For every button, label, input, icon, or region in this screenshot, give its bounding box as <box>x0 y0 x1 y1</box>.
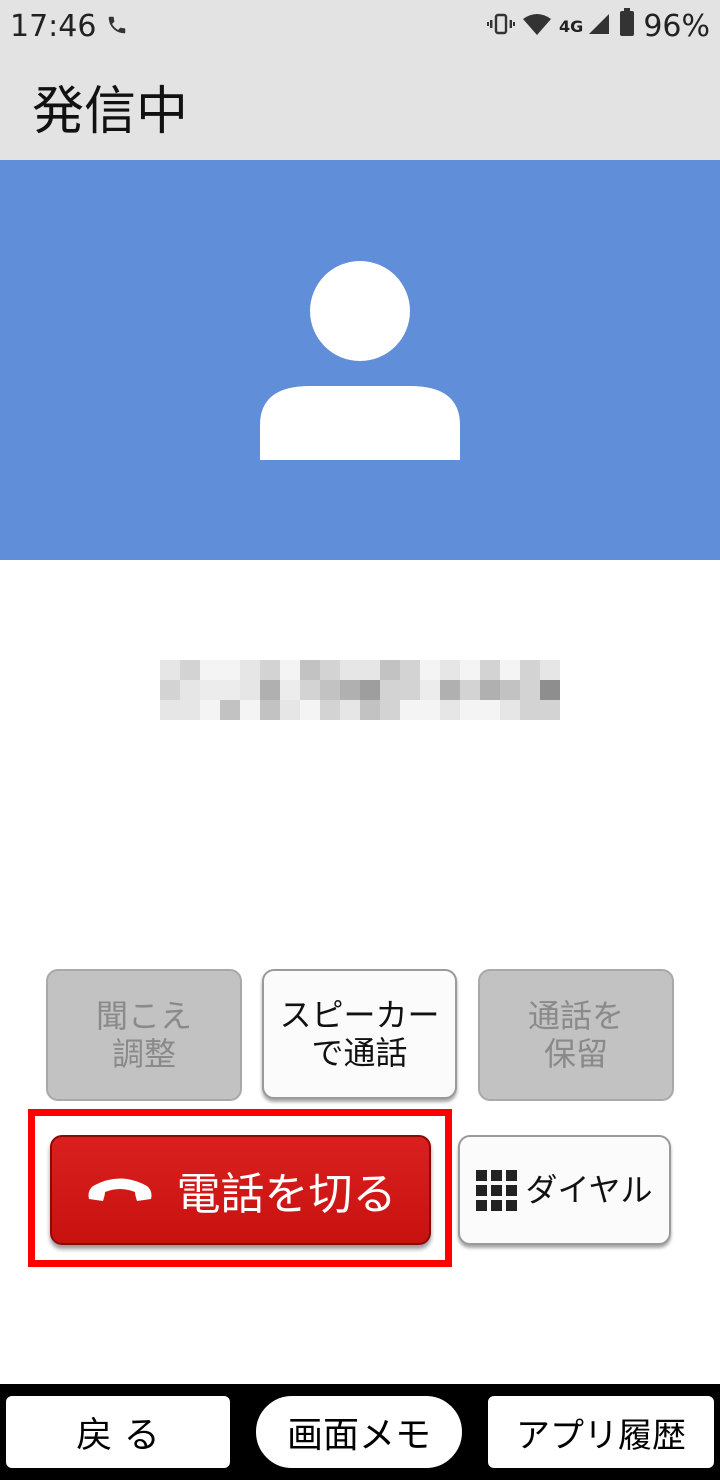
battery-icon <box>619 8 635 44</box>
redaction-pixel <box>220 680 240 700</box>
call-screen: 17:46 4G 96% 発信中 聞こえ 調整 スピーカー で通話 通話を 保留… <box>0 0 720 1480</box>
status-left: 17:46 <box>10 9 128 44</box>
volume-adjust-label: 聞こえ 調整 <box>95 997 192 1073</box>
redaction-pixel <box>540 660 560 680</box>
redaction-pixel <box>300 700 320 720</box>
redaction-pixel <box>460 680 480 700</box>
dialpad-grid-icon <box>476 1169 518 1211</box>
contact-number-redacted <box>160 660 560 720</box>
redaction-pixel <box>340 660 360 680</box>
vibrate-icon <box>487 9 516 44</box>
redaction-pixel <box>360 700 380 720</box>
redaction-pixel <box>420 700 440 720</box>
redaction-pixel <box>180 680 200 700</box>
redaction-pixel <box>260 680 280 700</box>
bottom-nav-bar: 戻 る 画面メモ アプリ履歴 <box>0 1384 720 1480</box>
hold-call-label: 通話を 保留 <box>527 997 624 1073</box>
redaction-pixel <box>520 660 540 680</box>
phone-call-icon <box>106 9 128 44</box>
back-label: 戻 る <box>76 1415 160 1456</box>
redaction-pixel <box>500 700 520 720</box>
cell-signal-icon <box>587 9 611 44</box>
redaction-pixel <box>180 660 200 680</box>
speaker-label: スピーカー で通話 <box>279 996 440 1072</box>
redaction-pixel <box>440 660 460 680</box>
redaction-pixel <box>160 660 180 680</box>
redaction-pixel <box>280 680 300 700</box>
redaction-pixel <box>500 680 520 700</box>
redaction-pixel <box>320 680 340 700</box>
redaction-pixel <box>440 680 460 700</box>
page-title: 発信中 <box>32 81 189 142</box>
redaction-pixel <box>480 660 500 680</box>
app-history-button[interactable]: アプリ履歴 <box>488 1396 714 1468</box>
person-avatar-icon <box>260 261 460 460</box>
network-type: 4G <box>559 16 584 36</box>
status-bar: 17:46 4G 96% <box>0 0 720 52</box>
redaction-pixel <box>460 700 480 720</box>
redaction-pixel <box>200 680 220 700</box>
volume-adjust-button[interactable]: 聞こえ 調整 <box>46 969 242 1101</box>
redaction-pixel <box>380 660 400 680</box>
hangup-phone-icon <box>85 1165 155 1216</box>
redaction-pixel <box>460 660 480 680</box>
redaction-pixel <box>220 660 240 680</box>
redaction-pixel <box>400 660 420 680</box>
redaction-pixel <box>340 700 360 720</box>
hangup-button[interactable]: 電話を切る <box>50 1135 431 1245</box>
redaction-pixel <box>300 680 320 700</box>
redaction-pixel <box>280 700 300 720</box>
redaction-pixel <box>440 700 460 720</box>
redaction-pixel <box>540 700 560 720</box>
screen-memo-label: 画面メモ <box>286 1415 431 1456</box>
speaker-button[interactable]: スピーカー で通話 <box>262 969 457 1099</box>
redaction-pixel <box>480 680 500 700</box>
app-bar: 発信中 <box>0 52 720 160</box>
redaction-pixel <box>400 680 420 700</box>
redaction-pixel <box>180 700 200 720</box>
redaction-pixel <box>320 660 340 680</box>
redaction-pixel <box>520 700 540 720</box>
redaction-pixel <box>260 700 280 720</box>
back-button[interactable]: 戻 る <box>6 1396 230 1468</box>
screen-memo-button[interactable]: 画面メモ <box>256 1396 462 1468</box>
dial-label: ダイヤル <box>525 1171 653 1209</box>
hold-call-button[interactable]: 通話を 保留 <box>478 969 674 1101</box>
app-history-label: アプリ履歴 <box>516 1415 686 1456</box>
battery-percent: 96% <box>643 8 710 44</box>
redaction-pixel <box>340 680 360 700</box>
redaction-pixel <box>200 700 220 720</box>
redaction-pixel <box>520 680 540 700</box>
redaction-pixel <box>280 660 300 680</box>
redaction-pixel <box>240 660 260 680</box>
redaction-pixel <box>360 660 380 680</box>
redaction-pixel <box>540 680 560 700</box>
redaction-pixel <box>380 700 400 720</box>
status-time: 17:46 <box>10 8 97 44</box>
contact-banner <box>0 160 720 560</box>
redaction-pixel <box>420 680 440 700</box>
redaction-pixel <box>480 700 500 720</box>
redaction-pixel <box>300 660 320 680</box>
redaction-pixel <box>240 700 260 720</box>
redaction-pixel <box>160 680 180 700</box>
status-right: 4G 96% <box>487 8 710 44</box>
redaction-pixel <box>320 700 340 720</box>
redaction-pixel <box>240 680 260 700</box>
dial-pad-button[interactable]: ダイヤル <box>458 1135 671 1245</box>
wifi-icon <box>523 9 552 44</box>
redaction-pixel <box>420 660 440 680</box>
redaction-pixel <box>220 700 240 720</box>
redaction-pixel <box>400 700 420 720</box>
redaction-pixel <box>200 660 220 680</box>
redaction-pixel <box>360 680 380 700</box>
redaction-pixel <box>260 660 280 680</box>
hangup-label: 電話を切る <box>176 1169 397 1220</box>
redaction-pixel <box>380 680 400 700</box>
redaction-pixel <box>500 660 520 680</box>
redaction-pixel <box>160 700 180 720</box>
